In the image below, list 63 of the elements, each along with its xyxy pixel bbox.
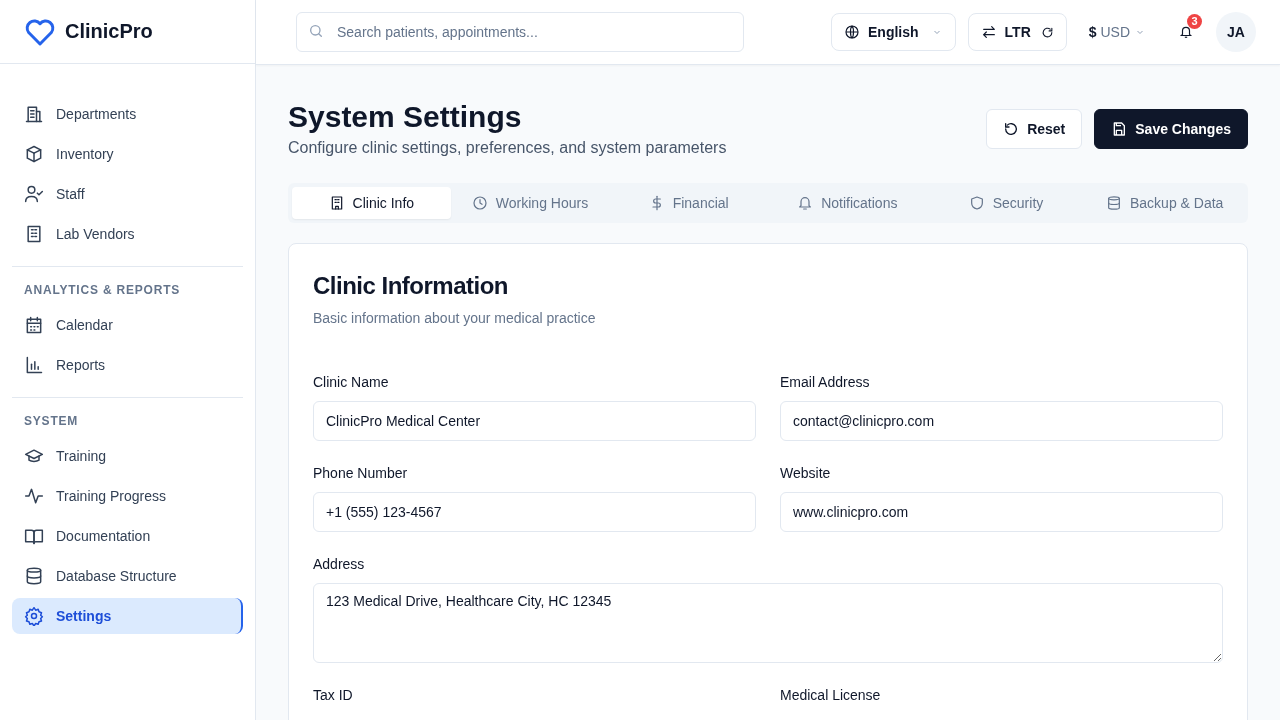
reset-icon xyxy=(1003,121,1020,137)
bell-icon xyxy=(1179,25,1193,39)
sidebar-item[interactable]: Documentation xyxy=(12,518,243,554)
tab[interactable]: Backup & Data xyxy=(1085,187,1244,219)
refresh-icon xyxy=(1040,25,1054,39)
sidebar-item[interactable]: Calendar xyxy=(12,307,243,343)
notifications-button[interactable]: 3 xyxy=(1168,14,1204,50)
save-icon xyxy=(1111,121,1128,137)
address-field[interactable]: 123 Medical Drive, Healthcare City, HC 12345 xyxy=(313,583,1223,663)
sidebar-item[interactable]: Training xyxy=(12,438,243,474)
user-check-icon xyxy=(24,184,44,204)
card-subtitle: Basic information about your medical practice xyxy=(313,310,597,326)
field-label: Website xyxy=(780,465,832,481)
language-button[interactable]: English xyxy=(831,13,956,51)
sidebar-item[interactable]: Database Structure xyxy=(12,558,243,594)
field-label: Email Address xyxy=(780,374,871,390)
sidebar-item[interactable]: Inventory xyxy=(12,136,243,172)
card-title: Clinic Information xyxy=(313,272,509,300)
sidebar-item[interactable]: Training Progress xyxy=(12,478,243,514)
globe-icon xyxy=(844,24,860,40)
swap-arrows-icon xyxy=(980,24,997,40)
database-icon xyxy=(24,566,44,586)
sidebar-item[interactable]: Staff xyxy=(12,176,243,212)
pulse-icon xyxy=(24,486,44,506)
sidebar-item[interactable]: Lab Vendors xyxy=(12,216,243,252)
tab[interactable]: Working Hours xyxy=(450,187,610,219)
shield-icon xyxy=(968,195,985,211)
brand-name: ClinicPro xyxy=(65,20,153,43)
book-icon xyxy=(24,526,44,546)
tab[interactable]: Notifications xyxy=(768,187,927,219)
calendar-icon xyxy=(24,315,44,335)
page-title: System Settings xyxy=(288,99,523,135)
user-avatar[interactable]: JA xyxy=(1216,12,1256,52)
tab[interactable]: Security xyxy=(926,187,1086,219)
bar-chart-icon xyxy=(24,355,44,375)
search-field[interactable]: Search patients, appointments... xyxy=(296,12,744,52)
database-icon xyxy=(1105,195,1122,211)
input-field[interactable]: www.clinicpro.com xyxy=(780,492,1223,532)
section-heading: SYSTEM xyxy=(23,414,80,428)
field-label: Tax ID xyxy=(313,687,354,703)
settings-icon xyxy=(24,606,44,626)
notification-count: 3 xyxy=(1187,14,1202,29)
sidebar-item[interactable]: Settings xyxy=(12,598,243,634)
field-label: Medical License xyxy=(780,687,882,703)
input-field[interactable]: ClinicPro Medical Center xyxy=(313,401,756,441)
tab[interactable]: Financial xyxy=(609,187,768,219)
clock-icon xyxy=(471,195,488,211)
page-subtitle: Configure clinic settings, preferences, and system parameters xyxy=(288,139,727,157)
input-field[interactable]: +1 (555) 123-4567 xyxy=(313,492,756,532)
field-label: Clinic Name xyxy=(313,374,390,390)
section-heading: ANALYTICS & REPORTS xyxy=(23,283,182,297)
reset-button[interactable]: Reset xyxy=(986,109,1083,149)
sidebar-item[interactable]: Departments xyxy=(12,96,243,132)
input-field[interactable]: contact@clinicpro.com xyxy=(780,401,1223,441)
direction-button[interactable]: LTR xyxy=(967,13,1067,51)
tab[interactable]: Clinic Info xyxy=(292,187,451,219)
currency-button[interactable]: $ USD xyxy=(1078,24,1156,40)
save-button[interactable]: Save Changes xyxy=(1094,109,1248,149)
bell-icon xyxy=(797,195,814,211)
field-label: Phone Number xyxy=(313,465,409,481)
field-label: Address xyxy=(313,556,366,572)
sidebar-item[interactable]: Reports xyxy=(12,347,243,383)
box-icon xyxy=(24,144,44,164)
